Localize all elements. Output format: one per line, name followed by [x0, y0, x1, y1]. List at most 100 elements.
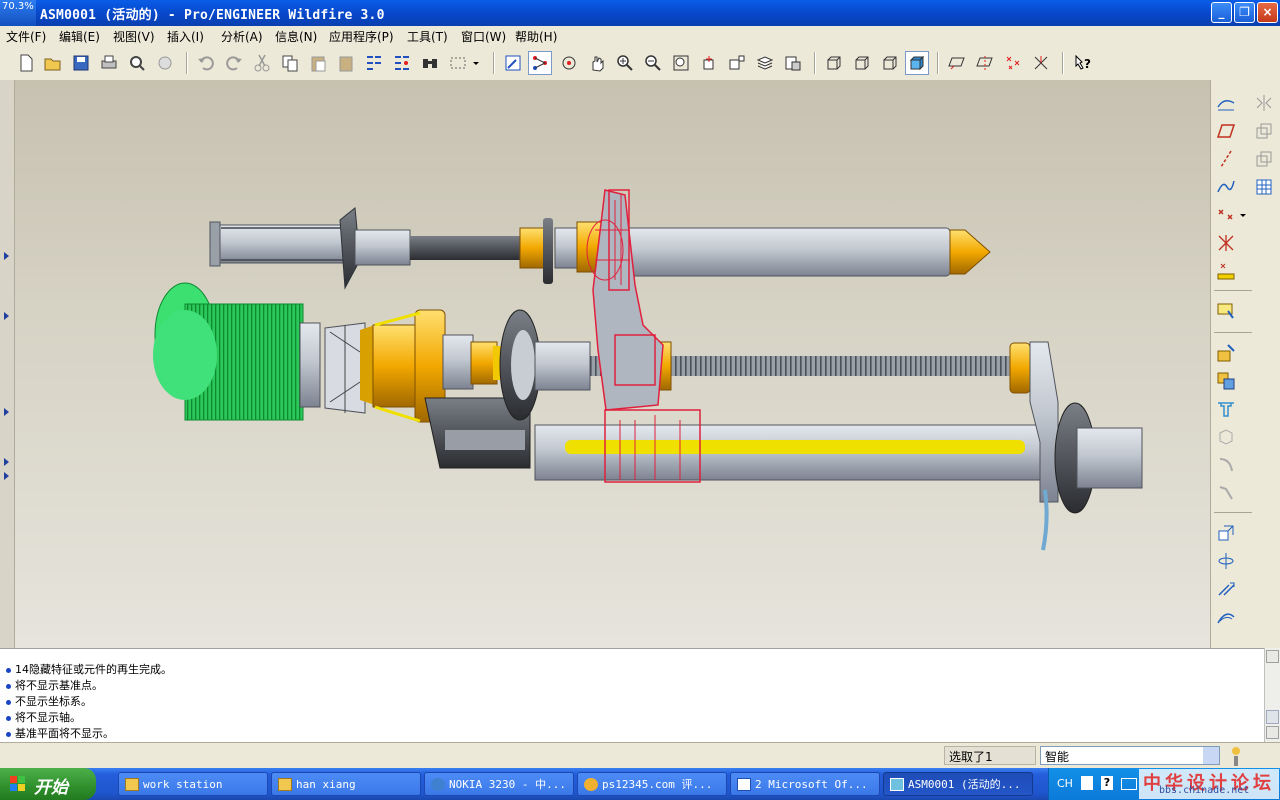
extrude-icon[interactable] — [1214, 522, 1238, 544]
message-scrollbar[interactable] — [1264, 648, 1280, 742]
hidden-line-icon[interactable] — [852, 53, 872, 73]
scroll-thumb[interactable] — [1266, 710, 1279, 724]
expand-arrow-icon[interactable] — [4, 458, 9, 466]
datum-curve-icon[interactable] — [1214, 176, 1238, 198]
context-help-icon[interactable]: ? — [1073, 53, 1093, 73]
taskbar-item-microsoft-office[interactable]: 2 Microsoft Of... — [730, 772, 880, 796]
repaint-icon[interactable] — [503, 53, 523, 73]
zoom-in-icon[interactable] — [615, 53, 635, 73]
scroll-down-icon[interactable] — [1266, 726, 1279, 739]
menu-insert[interactable]: 插入(I) — [167, 28, 204, 45]
expand-arrow-icon[interactable] — [4, 252, 9, 260]
main-toolbar: ? — [0, 46, 1280, 81]
network-icon[interactable] — [1121, 778, 1137, 790]
chamfer-icon[interactable] — [1214, 482, 1238, 504]
copy-feature-icon[interactable] — [1252, 120, 1276, 142]
undo-icon[interactable] — [196, 53, 216, 73]
view-manager-icon[interactable] — [783, 53, 803, 73]
revolve-icon[interactable] — [1214, 550, 1238, 572]
pan-icon[interactable] — [587, 53, 607, 73]
orient-mode-icon[interactable] — [559, 53, 579, 73]
menu-applications[interactable]: 应用程序(P) — [329, 28, 394, 45]
assembly-model[interactable] — [15, 80, 1210, 648]
input-method-icon[interactable] — [1081, 776, 1093, 790]
analysis-feature-icon[interactable] — [1214, 260, 1238, 282]
menu-info[interactable]: 信息(N) — [275, 28, 317, 45]
expand-arrow-icon[interactable] — [4, 408, 9, 416]
expand-arrow-icon[interactable] — [4, 472, 9, 480]
language-indicator[interactable]: CH — [1057, 777, 1073, 790]
selection-filter-select[interactable]: 智能 — [1040, 746, 1220, 765]
coordinate-system-icon[interactable] — [1214, 232, 1238, 254]
saved-views-icon[interactable] — [727, 53, 747, 73]
taskbar-item-ps12345[interactable]: ps12345.com 评... — [577, 772, 727, 796]
open-icon[interactable] — [43, 53, 63, 73]
datum-axis-display-icon[interactable] — [975, 53, 995, 73]
menu-tools[interactable]: 工具(T) — [407, 28, 448, 45]
print-icon[interactable] — [99, 53, 119, 73]
no-hidden-icon[interactable] — [880, 53, 900, 73]
cut-icon[interactable] — [252, 53, 272, 73]
zoom-out-icon[interactable] — [643, 53, 663, 73]
expand-arrow-icon[interactable] — [4, 312, 9, 320]
shell-icon[interactable] — [1214, 426, 1238, 448]
menu-analysis[interactable]: 分析(A) — [221, 28, 263, 45]
layers-icon[interactable] — [755, 53, 775, 73]
datum-point-display-icon[interactable] — [1003, 53, 1023, 73]
find-icon[interactable] — [420, 53, 440, 73]
paste-special-icon[interactable] — [336, 53, 356, 73]
datum-axis-icon[interactable] — [1214, 148, 1238, 170]
select-box-icon[interactable] — [448, 53, 468, 73]
maximize-button[interactable]: ❐ — [1234, 2, 1255, 23]
menu-help[interactable]: 帮助(H) — [515, 28, 557, 45]
annotation-icon[interactable] — [1214, 300, 1238, 322]
minimize-button[interactable]: _ — [1211, 2, 1232, 23]
datum-point-icon[interactable] — [1214, 204, 1238, 226]
taskbar-item-work-station[interactable]: work station — [118, 772, 268, 796]
wireframe-icon[interactable] — [824, 53, 844, 73]
csys-display-icon[interactable] — [1031, 53, 1051, 73]
taskbar-item-han-xiang[interactable]: han xiang — [271, 772, 421, 796]
reorient-icon[interactable] — [699, 53, 719, 73]
chevron-down-icon[interactable] — [1203, 747, 1219, 764]
pattern-icon[interactable] — [1252, 148, 1276, 170]
menu-file[interactable]: 文件(F) — [6, 28, 46, 45]
new-icon[interactable] — [16, 53, 36, 73]
menu-view[interactable]: 视图(V) — [113, 28, 155, 45]
app-icon[interactable]: 70.3% — [0, 0, 36, 26]
taskbar-item-nokia[interactable]: NOKIA 3230 - 中... — [424, 772, 574, 796]
help-icon[interactable]: ? — [1101, 776, 1113, 790]
datum-plane-icon[interactable] — [1214, 120, 1238, 142]
round-icon[interactable] — [1214, 454, 1238, 476]
datum-point-dropdown-icon[interactable] — [1238, 204, 1248, 226]
taskbar-item-asm0001[interactable]: ASM0001 (活动的... — [883, 772, 1033, 796]
save-icon[interactable] — [71, 53, 91, 73]
mirror-icon[interactable] — [1252, 92, 1276, 114]
copy-icon[interactable] — [280, 53, 300, 73]
close-button[interactable]: × — [1257, 2, 1278, 23]
blend-icon[interactable] — [1214, 606, 1238, 628]
print-setup-icon[interactable] — [155, 53, 175, 73]
datum-plane-display-icon[interactable] — [947, 53, 967, 73]
print-preview-icon[interactable] — [127, 53, 147, 73]
regenerate-icon[interactable] — [364, 53, 384, 73]
sketch-datum-curve-icon[interactable] — [1214, 92, 1238, 114]
menu-edit[interactable]: 编辑(E) — [59, 28, 100, 45]
redo-icon[interactable] — [224, 53, 244, 73]
scroll-up-icon[interactable] — [1266, 650, 1279, 663]
create-component-icon[interactable] — [1214, 370, 1238, 392]
grid-icon[interactable] — [1252, 176, 1276, 198]
hole-icon[interactable] — [1214, 398, 1238, 420]
menu-window[interactable]: 窗口(W) — [461, 28, 506, 45]
spin-center-icon[interactable] — [528, 51, 552, 75]
refit-icon[interactable] — [671, 53, 691, 73]
regenerate-manager-icon[interactable] — [392, 53, 412, 73]
sweep-icon[interactable] — [1214, 578, 1238, 600]
navigator-collapsed-strip[interactable] — [0, 80, 15, 648]
shading-icon[interactable] — [905, 51, 929, 75]
select-dropdown-icon[interactable] — [470, 53, 482, 73]
graphics-window[interactable] — [15, 80, 1210, 648]
add-component-icon[interactable] — [1214, 342, 1238, 364]
start-button[interactable]: 开始 — [0, 768, 96, 800]
paste-icon[interactable] — [308, 53, 328, 73]
